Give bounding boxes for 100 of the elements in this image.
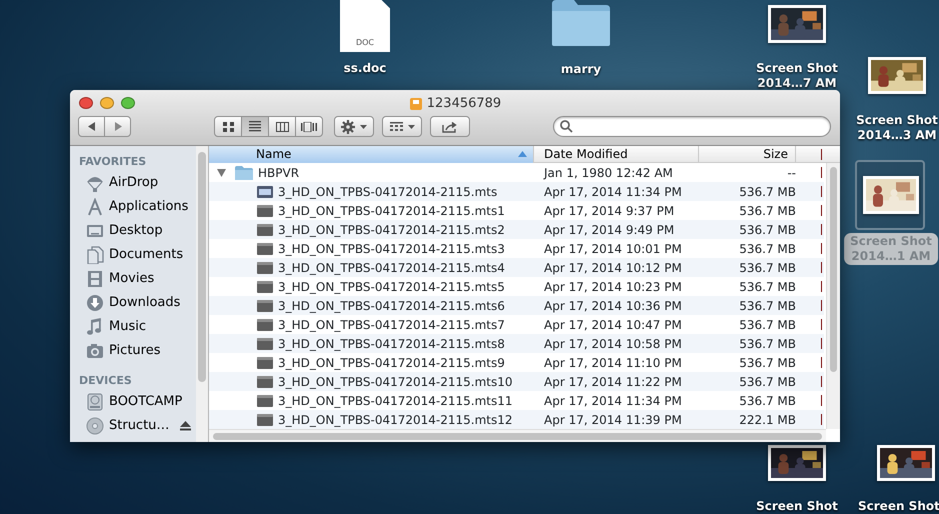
sidebar-item[interactable]: Desktop [109, 221, 163, 241]
sort-arrow-icon [518, 151, 527, 157]
search-icon [560, 120, 573, 133]
file-name[interactable]: 3_HD_ON_TPBS-04172014-2115.mts [278, 182, 498, 200]
clipped-text-mark [821, 224, 822, 235]
download-icon [86, 294, 104, 312]
file-name[interactable]: 3_HD_ON_TPBS-04172014-2115.mts5 [278, 278, 505, 296]
scroll-bar[interactable] [209, 429, 826, 442]
arrange-menu-button[interactable] [382, 116, 422, 137]
back-button[interactable] [78, 116, 105, 137]
clipped-text-mark [821, 205, 822, 216]
file-name[interactable]: 3_HD_ON_TPBS-04172014-2115.mts9 [278, 354, 505, 372]
file-name[interactable]: 3_HD_ON_TPBS-04172014-2115.mts3 [278, 240, 505, 258]
grid-icon [222, 122, 234, 132]
date-modified: Apr 17, 2014 10:58 PM [544, 336, 682, 350]
clipped-text-mark [821, 167, 822, 178]
view-mode-button[interactable] [241, 116, 269, 137]
date-modified: Apr 17, 2014 11:22 PM [544, 374, 682, 388]
view-mode-button[interactable] [214, 116, 242, 137]
clipped-text-mark [821, 376, 822, 387]
disclosure-triangle-icon[interactable] [217, 168, 226, 176]
file-icon [257, 262, 273, 274]
file-name[interactable]: 3_HD_ON_TPBS-04172014-2115.mts7 [278, 316, 505, 334]
column-header[interactable]: Date Modified [534, 146, 699, 163]
sidebar-item[interactable]: Applications [109, 197, 188, 217]
date-modified: Apr 17, 2014 11:10 PM [544, 356, 682, 370]
sidebar-item[interactable]: Structu… [109, 416, 170, 436]
file-icon [257, 242, 273, 254]
folder-icon[interactable] [550, 0, 612, 48]
date-modified: Apr 17, 2014 11:34 PM [544, 184, 682, 198]
action-menu-button[interactable] [334, 116, 374, 137]
minimize-button[interactable] [100, 97, 114, 109]
date-modified: Apr 17, 2014 10:01 PM [544, 242, 682, 256]
column-header[interactable]: Name [209, 146, 534, 163]
sidebar-item[interactable]: Downloads [109, 293, 180, 313]
file-size: 536.7 MB [739, 242, 796, 256]
scroll-bar[interactable] [196, 146, 208, 442]
zoom-button[interactable] [121, 97, 135, 109]
file-name: Screen Shot 2014…7 AM [756, 61, 838, 91]
scroll-bar[interactable] [826, 163, 840, 429]
grid-icon [390, 122, 402, 132]
search-field[interactable] [553, 116, 831, 137]
file-name[interactable]: 3_HD_ON_TPBS-04172014-2115.mts2 [278, 220, 505, 238]
file-name[interactable]: 3_HD_ON_TPBS-04172014-2115.mts12 [278, 410, 513, 428]
column-header[interactable]: Size [699, 146, 796, 163]
share-button[interactable] [430, 116, 470, 137]
clipped-text-mark [821, 149, 822, 160]
folder-icon [235, 166, 253, 180]
image-thumbnail[interactable] [768, 445, 826, 481]
film-icon [86, 270, 104, 288]
file-type-label: DOC [356, 37, 374, 49]
file-name[interactable]: 3_HD_ON_TPBS-04172014-2115.mts6 [278, 296, 505, 314]
view-mode-button[interactable] [295, 116, 323, 137]
file-name: Screen Shot [756, 499, 838, 514]
sidebar-item[interactable]: BOOTCAMP [109, 392, 182, 412]
gear-icon [341, 120, 355, 134]
file-name[interactable]: 3_HD_ON_TPBS-04172014-2115.mts11 [278, 392, 513, 410]
sidebar-item[interactable]: Pictures [109, 341, 160, 361]
back-arrow-icon [88, 122, 96, 131]
image-thumbnail[interactable] [868, 57, 926, 94]
file-icon [257, 300, 273, 312]
document-icon[interactable]: DOC [340, 0, 390, 52]
caret-icon [408, 124, 414, 128]
clipped-text-mark [821, 357, 822, 368]
file-size: 536.7 MB [739, 260, 796, 274]
date-modified: Apr 17, 2014 9:49 PM [544, 222, 674, 236]
sidebar-item[interactable]: Music [109, 317, 146, 337]
file-name[interactable]: 3_HD_ON_TPBS-04172014-2115.mts10 [278, 372, 513, 390]
eject-icon[interactable] [180, 421, 192, 431]
file-name: marry [560, 62, 602, 77]
sidebar-item[interactable]: AirDrop [109, 173, 158, 193]
sidebar-item[interactable]: Movies [109, 269, 154, 289]
cover-flow-icon [301, 122, 317, 132]
image-thumbnail[interactable] [877, 445, 935, 481]
file-name: Screen Shot 2014…3 AM [856, 113, 938, 143]
date-modified: Apr 17, 2014 9:37 PM [544, 204, 674, 218]
view-mode-button[interactable] [268, 116, 296, 137]
file-size: 536.7 MB [739, 280, 796, 294]
file-name[interactable]: 3_HD_ON_TPBS-04172014-2115.mts8 [278, 334, 505, 352]
screen-icon [257, 186, 273, 198]
file-name[interactable]: HBPVR [258, 164, 300, 182]
window-title: 123456789 [426, 95, 502, 113]
clipped-text-mark [821, 281, 822, 292]
forward-button[interactable] [104, 116, 131, 137]
date-modified: Apr 17, 2014 11:39 PM [544, 412, 682, 426]
file-icon [257, 224, 273, 236]
sidebar-item[interactable]: Documents [109, 245, 184, 265]
date-modified: Jan 1, 1980 12:42 AM [544, 166, 673, 180]
file-name[interactable]: 3_HD_ON_TPBS-04172014-2115.mts4 [278, 258, 505, 276]
image-thumbnail[interactable] [768, 5, 826, 43]
file-name[interactable]: 3_HD_ON_TPBS-04172014-2115.mts1 [278, 202, 505, 220]
image-thumbnail[interactable] [863, 176, 919, 214]
file-size: 536.7 MB [739, 318, 796, 332]
file-size: 222.1 MB [739, 412, 796, 426]
letter-a-icon [86, 198, 104, 216]
close-button[interactable] [79, 97, 93, 109]
file-name: ss.doc [344, 61, 386, 76]
file-icon [257, 356, 273, 368]
file-icon [257, 394, 273, 406]
file-size: 536.7 MB [739, 374, 796, 388]
